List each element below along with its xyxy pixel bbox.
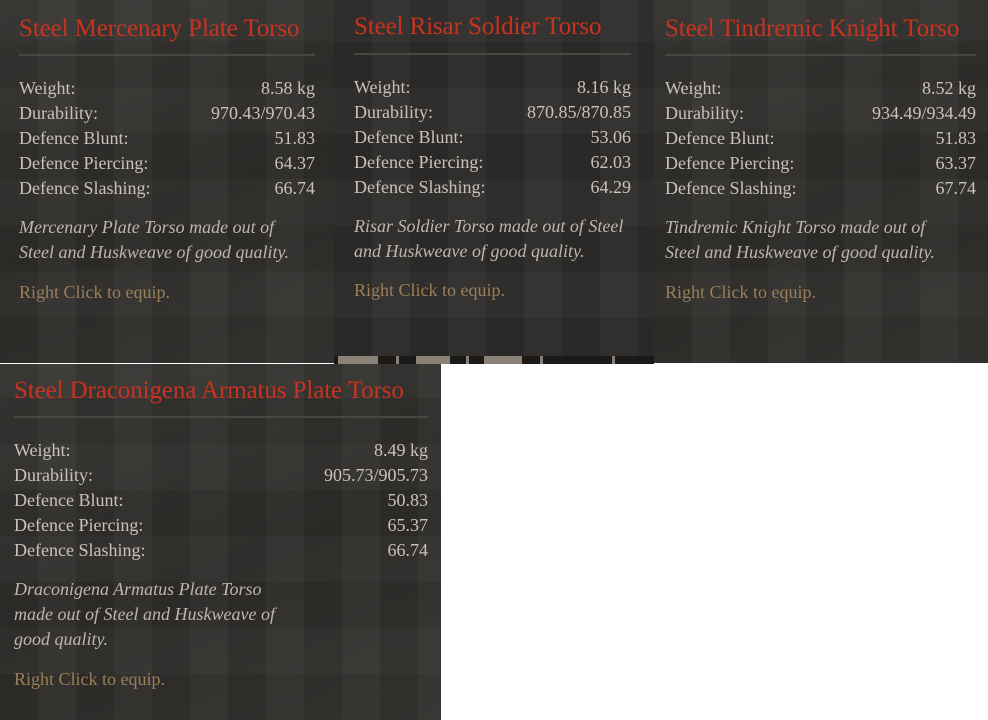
equip-hint: Right Click to equip. bbox=[665, 282, 816, 302]
stat-row-durability: Durability: 870.85/870.85 bbox=[354, 100, 631, 125]
item-title: Steel Risar Soldier Torso bbox=[354, 13, 602, 40]
equip-hint: Right Click to equip. bbox=[354, 280, 505, 300]
stat-row-defence-blunt: Defence Blunt: 53.06 bbox=[354, 125, 631, 150]
stat-row-weight: Weight: 8.52 kg bbox=[665, 76, 976, 101]
stat-label: Defence Slashing: bbox=[665, 178, 797, 198]
title-divider bbox=[665, 54, 976, 56]
inventory-strip bbox=[334, 356, 654, 364]
item-description: Mercenary Plate Torso made out of Steel … bbox=[19, 217, 289, 262]
stat-row-defence-piercing: Defence Piercing: 65.37 bbox=[14, 513, 428, 538]
stat-row-defence-slashing: Defence Slashing: 64.29 bbox=[354, 175, 631, 200]
stat-label: Defence Blunt: bbox=[19, 128, 129, 148]
title-divider bbox=[354, 53, 631, 55]
stat-row-defence-slashing: Defence Slashing: 66.74 bbox=[14, 538, 428, 563]
stat-row-weight: Weight: 8.58 kg bbox=[19, 76, 315, 101]
stat-value: 66.74 bbox=[387, 540, 429, 560]
stat-row-defence-piercing: Defence Piercing: 63.37 bbox=[665, 151, 976, 176]
stat-label: Defence Blunt: bbox=[354, 127, 464, 147]
stat-value: 934.49/934.49 bbox=[871, 103, 976, 123]
title-divider bbox=[14, 416, 428, 418]
stat-value: 51.83 bbox=[935, 128, 977, 148]
stat-label: Weight: bbox=[665, 78, 722, 98]
inventory-slot bbox=[416, 356, 450, 364]
stat-label: Defence Piercing: bbox=[19, 153, 149, 173]
item-description: Draconigena Armatus Plate Torso made out… bbox=[14, 579, 275, 649]
stat-label: Defence Slashing: bbox=[19, 178, 151, 198]
item-tooltip-draconigena-armatus-plate-torso: Steel Draconigena Armatus Plate Torso We… bbox=[0, 364, 441, 720]
inventory-slot bbox=[612, 356, 615, 364]
stat-value: 64.37 bbox=[274, 153, 316, 173]
stat-row-durability: Durability: 934.49/934.49 bbox=[665, 101, 976, 126]
stat-label: Durability: bbox=[354, 102, 433, 122]
stat-row-defence-slashing: Defence Slashing: 67.74 bbox=[665, 176, 976, 201]
item-tooltip-risar-soldier-torso: Steel Risar Soldier Torso Weight: 8.16 k… bbox=[334, 0, 654, 364]
stat-value: 970.43/970.43 bbox=[210, 103, 315, 123]
stat-row-weight: Weight: 8.49 kg bbox=[14, 438, 428, 463]
stat-value: 62.03 bbox=[590, 152, 632, 172]
stat-value: 8.58 kg bbox=[261, 78, 315, 98]
stat-row-durability: Durability: 905.73/905.73 bbox=[14, 463, 428, 488]
stat-value: 66.74 bbox=[274, 178, 316, 198]
stat-value: 53.06 bbox=[590, 127, 632, 147]
item-tooltip-tindremic-knight-torso: Steel Tindremic Knight Torso Weight: 8.5… bbox=[654, 0, 988, 363]
stat-row-defence-blunt: Defence Blunt: 51.83 bbox=[665, 126, 976, 151]
stat-value: 8.52 kg bbox=[922, 78, 976, 98]
inventory-slot bbox=[484, 356, 522, 364]
inventory-slot bbox=[338, 356, 378, 364]
stat-label: Defence Piercing: bbox=[354, 152, 484, 172]
stat-row-defence-piercing: Defence Piercing: 64.37 bbox=[19, 151, 315, 176]
stat-label: Durability: bbox=[665, 103, 744, 123]
stat-row-defence-piercing: Defence Piercing: 62.03 bbox=[354, 150, 631, 175]
stat-label: Weight: bbox=[19, 78, 76, 98]
item-title: Steel Mercenary Plate Torso bbox=[19, 15, 300, 42]
inventory-slot bbox=[396, 356, 399, 364]
stat-label: Defence Piercing: bbox=[665, 153, 795, 173]
inventory-slot bbox=[466, 356, 469, 364]
stat-value: 63.37 bbox=[935, 153, 977, 173]
stat-label: Defence Slashing: bbox=[14, 540, 146, 560]
stat-label: Weight: bbox=[14, 440, 71, 460]
item-tooltip-mercenary-plate-torso: Steel Mercenary Plate Torso Weight: 8.58… bbox=[0, 0, 334, 363]
stat-label: Durability: bbox=[19, 103, 98, 123]
item-title: Steel Draconigena Armatus Plate Torso bbox=[14, 377, 404, 404]
stat-row-defence-slashing: Defence Slashing: 66.74 bbox=[19, 176, 315, 201]
stat-label: Durability: bbox=[14, 465, 93, 485]
item-description: Tindremic Knight Torso made out of Steel… bbox=[665, 217, 935, 262]
item-description: Risar Soldier Torso made out of Steel an… bbox=[354, 216, 624, 261]
stat-value: 64.29 bbox=[590, 177, 632, 197]
stat-value: 870.85/870.85 bbox=[526, 102, 631, 122]
stat-label: Defence Slashing: bbox=[354, 177, 486, 197]
stat-value: 8.49 kg bbox=[374, 440, 428, 460]
stat-value: 50.83 bbox=[387, 490, 429, 510]
title-divider bbox=[19, 54, 315, 56]
inventory-slot bbox=[540, 356, 543, 364]
equip-hint: Right Click to equip. bbox=[19, 282, 170, 302]
stat-row-durability: Durability: 970.43/970.43 bbox=[19, 101, 315, 126]
item-title: Steel Tindremic Knight Torso bbox=[665, 15, 960, 42]
stat-label: Defence Blunt: bbox=[14, 490, 124, 510]
stat-label: Defence Blunt: bbox=[665, 128, 775, 148]
stat-value: 51.83 bbox=[274, 128, 316, 148]
stat-label: Defence Piercing: bbox=[14, 515, 144, 535]
stat-row-defence-blunt: Defence Blunt: 51.83 bbox=[19, 126, 315, 151]
equip-hint: Right Click to equip. bbox=[14, 669, 165, 689]
stat-value: 8.16 kg bbox=[577, 77, 631, 97]
stat-value: 905.73/905.73 bbox=[323, 465, 428, 485]
stat-value: 67.74 bbox=[935, 178, 977, 198]
stat-value: 65.37 bbox=[387, 515, 429, 535]
stat-row-defence-blunt: Defence Blunt: 50.83 bbox=[14, 488, 428, 513]
stat-row-weight: Weight: 8.16 kg bbox=[354, 75, 631, 100]
stat-label: Weight: bbox=[354, 77, 411, 97]
